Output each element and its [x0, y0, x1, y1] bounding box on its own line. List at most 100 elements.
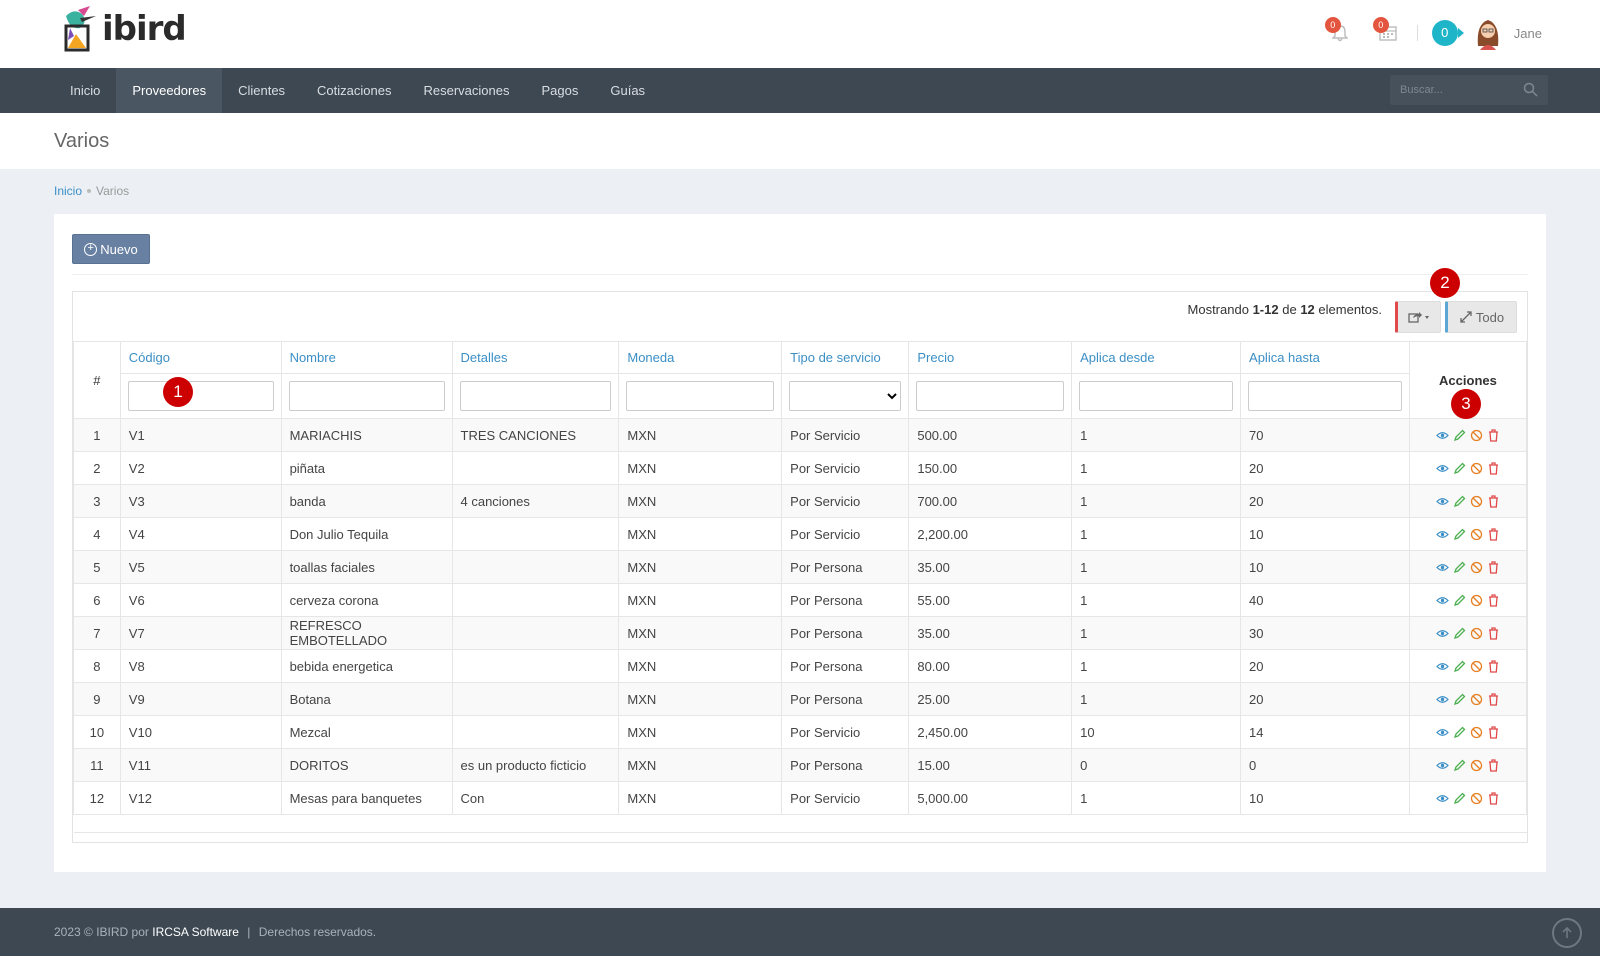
- filter-codigo-input[interactable]: [127, 381, 274, 411]
- disable-button[interactable]: [1469, 626, 1484, 641]
- view-button[interactable]: [1435, 593, 1450, 608]
- notifications-bell-button[interactable]: 0: [1323, 17, 1357, 47]
- nav-item-cotizaciones[interactable]: Cotizaciones: [301, 68, 407, 113]
- footer-company-link[interactable]: IRCSA Software: [152, 925, 239, 939]
- view-button[interactable]: [1435, 791, 1450, 806]
- view-button[interactable]: [1435, 659, 1450, 674]
- disable-button[interactable]: [1469, 494, 1484, 509]
- delete-button[interactable]: [1486, 758, 1501, 773]
- disable-button[interactable]: [1469, 428, 1484, 443]
- col-header-codigo[interactable]: Código: [119, 341, 282, 374]
- filter-nombre-input[interactable]: [288, 381, 445, 411]
- col-header-aplica-desde[interactable]: Aplica desde: [1071, 341, 1242, 374]
- delete-button[interactable]: [1486, 692, 1501, 707]
- show-all-button[interactable]: Todo: [1445, 301, 1517, 333]
- edit-button[interactable]: [1452, 593, 1467, 608]
- disable-button[interactable]: [1469, 659, 1484, 674]
- scroll-to-top-button[interactable]: [1552, 918, 1582, 948]
- filter-detalles-input[interactable]: [459, 381, 612, 411]
- edit-button[interactable]: [1452, 527, 1467, 542]
- user-name[interactable]: Jane: [1514, 26, 1542, 41]
- view-button[interactable]: [1435, 560, 1450, 575]
- view-button[interactable]: [1435, 428, 1450, 443]
- table-row: 3 V3 banda 4 canciones MXN Por Servicio 700.00…: [73, 484, 1528, 518]
- disable-button[interactable]: [1469, 560, 1484, 575]
- search-input[interactable]: [1390, 75, 1510, 105]
- filter-tipo-servicio-select[interactable]: [789, 381, 902, 411]
- export-dropdown-button[interactable]: [1395, 301, 1441, 333]
- table-row: 1 V1 MARIACHIS TRES CANCIONES MXN Por Servici…: [73, 418, 1528, 452]
- filter-aplica-hasta-input[interactable]: [1248, 381, 1402, 411]
- table-footer-row: [73, 814, 1527, 833]
- view-button[interactable]: [1435, 725, 1450, 740]
- edit-button[interactable]: [1452, 461, 1467, 476]
- col-header-tipo-servicio[interactable]: Tipo de servicio: [781, 341, 910, 374]
- edit-button[interactable]: [1452, 494, 1467, 509]
- view-button[interactable]: [1435, 692, 1450, 707]
- delete-button[interactable]: [1486, 527, 1501, 542]
- delete-button[interactable]: [1486, 593, 1501, 608]
- search-icon[interactable]: [1523, 82, 1538, 97]
- nav-item-clientes[interactable]: Clientes: [222, 68, 301, 113]
- cell-aplica-hasta: 20: [1240, 451, 1410, 485]
- eye-icon: [1436, 497, 1449, 505]
- col-header-precio[interactable]: Precio: [908, 341, 1073, 374]
- ban-icon: [1470, 594, 1483, 606]
- nav-item-reservaciones[interactable]: Reservaciones: [407, 68, 525, 113]
- credits-badge[interactable]: 0: [1431, 20, 1464, 46]
- delete-button[interactable]: [1486, 791, 1501, 806]
- view-button[interactable]: [1435, 626, 1450, 641]
- cell-aplica-hasta: 70: [1240, 418, 1410, 452]
- col-header-nombre[interactable]: Nombre: [280, 341, 453, 374]
- edit-button[interactable]: [1452, 428, 1467, 443]
- view-button[interactable]: [1435, 461, 1450, 476]
- cell-moneda: MXN: [618, 583, 783, 617]
- edit-button[interactable]: [1452, 626, 1467, 641]
- trash-icon: [1488, 758, 1498, 772]
- delete-button[interactable]: [1486, 461, 1501, 476]
- cell-acciones: [1408, 484, 1528, 518]
- breadcrumb-home-link[interactable]: Inicio: [54, 184, 82, 198]
- cell-number: 4: [73, 517, 121, 551]
- delete-button[interactable]: [1486, 659, 1501, 674]
- nav-item-inicio[interactable]: Inicio: [54, 68, 116, 113]
- filter-moneda-input[interactable]: [626, 381, 775, 411]
- delete-button[interactable]: [1486, 725, 1501, 740]
- delete-button[interactable]: [1486, 494, 1501, 509]
- filter-precio-input[interactable]: [916, 381, 1065, 411]
- table-body: 1 V1 MARIACHIS TRES CANCIONES MXN Por Servici…: [73, 418, 1528, 815]
- app-logo[interactable]: ibird: [56, 4, 187, 54]
- user-avatar[interactable]: [1474, 16, 1502, 50]
- col-header-detalles[interactable]: Detalles: [451, 341, 620, 374]
- edit-button[interactable]: [1452, 725, 1467, 740]
- delete-button[interactable]: [1486, 626, 1501, 641]
- edit-button[interactable]: [1452, 560, 1467, 575]
- disable-button[interactable]: [1469, 725, 1484, 740]
- nav-item-guias[interactable]: Guías: [594, 68, 661, 113]
- col-header-moneda[interactable]: Moneda: [618, 341, 783, 374]
- filter-aplica-desde-input[interactable]: [1079, 381, 1234, 411]
- calendar-button[interactable]: 0: [1371, 17, 1405, 47]
- view-button[interactable]: [1435, 527, 1450, 542]
- disable-button[interactable]: [1469, 791, 1484, 806]
- delete-button[interactable]: [1486, 428, 1501, 443]
- disable-button[interactable]: [1469, 758, 1484, 773]
- edit-button[interactable]: [1452, 659, 1467, 674]
- edit-button[interactable]: [1452, 692, 1467, 707]
- trash-icon: [1488, 527, 1498, 541]
- disable-button[interactable]: [1469, 527, 1484, 542]
- new-button[interactable]: + Nuevo: [72, 234, 150, 264]
- nav-item-pagos[interactable]: Pagos: [525, 68, 594, 113]
- disable-button[interactable]: [1469, 593, 1484, 608]
- disable-button[interactable]: [1469, 461, 1484, 476]
- col-header-aplica-hasta[interactable]: Aplica hasta: [1240, 341, 1410, 374]
- delete-button[interactable]: [1486, 560, 1501, 575]
- nav-item-proveedores[interactable]: Proveedores: [116, 68, 223, 113]
- edit-button[interactable]: [1452, 758, 1467, 773]
- plus-circle-icon: +: [84, 242, 98, 256]
- disable-button[interactable]: [1469, 692, 1484, 707]
- view-button[interactable]: [1435, 494, 1450, 509]
- table-row: 6 V6 cerveza corona MXN Por Persona 55.00 1 40: [73, 583, 1528, 617]
- edit-button[interactable]: [1452, 791, 1467, 806]
- view-button[interactable]: [1435, 758, 1450, 773]
